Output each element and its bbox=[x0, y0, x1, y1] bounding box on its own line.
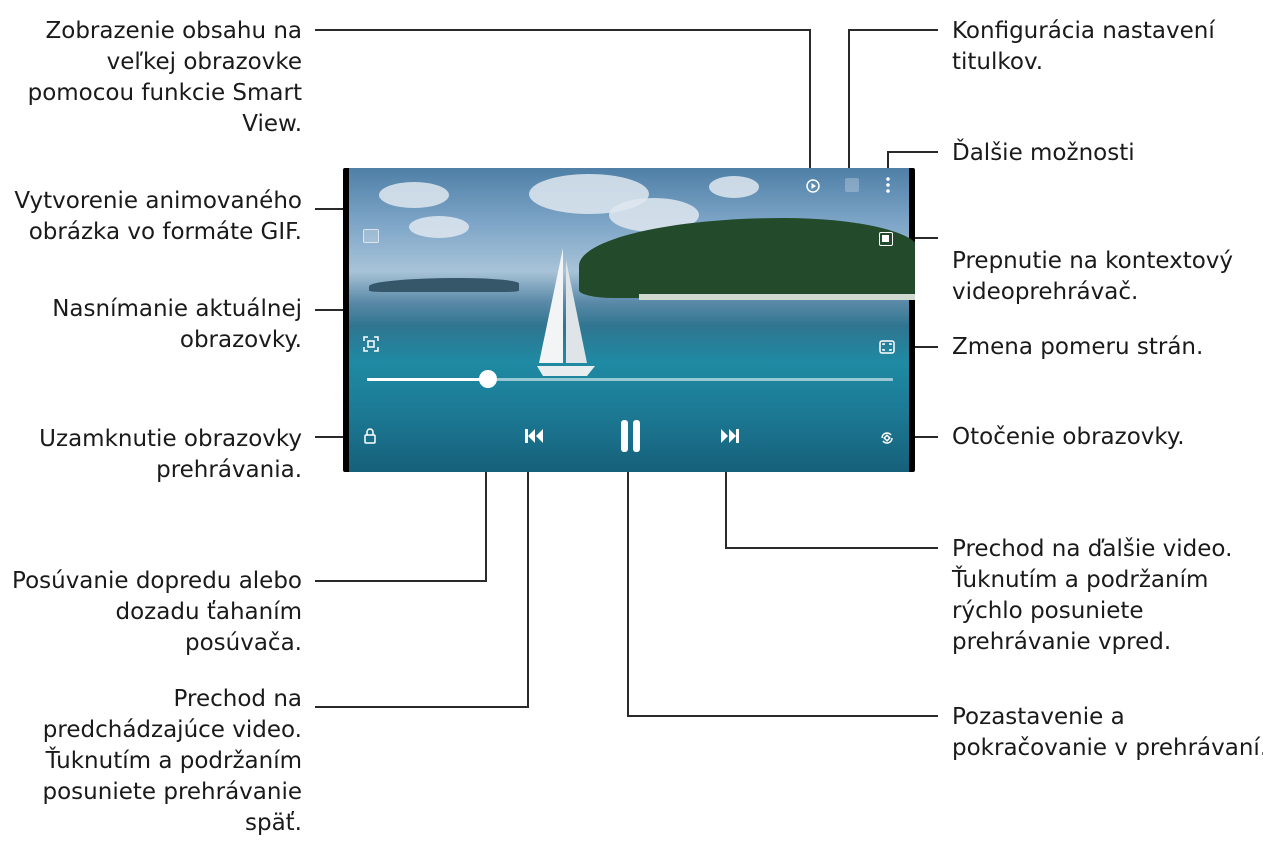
label-seek: Posúvanie dopredu alebo dozadu ťahaním p… bbox=[12, 568, 302, 656]
sailboat bbox=[537, 248, 595, 376]
seek-handle[interactable] bbox=[478, 370, 497, 388]
gif-icon[interactable] bbox=[363, 229, 379, 243]
leader-subtitles bbox=[848, 29, 938, 176]
label-more: Ďalšie možnosti bbox=[952, 140, 1135, 166]
previous-icon[interactable] bbox=[525, 428, 543, 448]
cloud bbox=[409, 216, 469, 238]
label-gif: Vytvorenie animovaného obrázka vo formát… bbox=[14, 188, 302, 245]
beach bbox=[639, 294, 915, 300]
distant-hills bbox=[369, 278, 519, 292]
aspect-ratio-icon[interactable] bbox=[879, 340, 895, 357]
cloud bbox=[379, 182, 449, 208]
rotate-icon[interactable] bbox=[879, 430, 895, 449]
smart-view-icon[interactable] bbox=[805, 178, 821, 197]
label-subtitles: Konfigurácia nastavení titulkov. bbox=[952, 18, 1215, 75]
more-options-icon[interactable] bbox=[885, 176, 891, 197]
label-next: Prechod na ďalšie video. Ťuknutím a podr… bbox=[952, 536, 1233, 655]
label-popup: Prepnutie na kontextový videoprehrávač. bbox=[952, 248, 1234, 305]
video-frame bbox=[349, 168, 915, 472]
capture-icon[interactable] bbox=[363, 336, 379, 355]
next-icon[interactable] bbox=[721, 428, 739, 448]
label-previous: Prechod na predchádzajúce video. Ťuknutí… bbox=[42, 686, 302, 836]
seek-bar[interactable] bbox=[367, 370, 893, 388]
leader-pause bbox=[627, 460, 938, 717]
video-player bbox=[343, 168, 915, 472]
island bbox=[579, 218, 915, 298]
lock-icon[interactable] bbox=[363, 428, 377, 447]
label-smart-view: Zobrazenie obsahu na veľkej obrazovke po… bbox=[27, 18, 302, 137]
label-capture: Nasnímanie aktuálnej obrazovky. bbox=[52, 296, 302, 353]
pause-icon[interactable] bbox=[619, 420, 641, 452]
subtitles-icon[interactable] bbox=[845, 178, 859, 192]
label-ratio: Zmena pomeru strán. bbox=[952, 334, 1204, 360]
label-rotate: Otočenie obrazovky. bbox=[952, 424, 1185, 450]
cloud bbox=[709, 176, 759, 198]
seek-progress bbox=[367, 378, 488, 381]
leader-smart-view bbox=[315, 29, 811, 176]
label-lock: Uzamknutie obrazovky prehrávania. bbox=[39, 426, 302, 483]
popup-player-icon[interactable] bbox=[879, 232, 893, 246]
label-pause: Pozastavenie a pokračovanie v prehrávaní… bbox=[952, 704, 1263, 761]
